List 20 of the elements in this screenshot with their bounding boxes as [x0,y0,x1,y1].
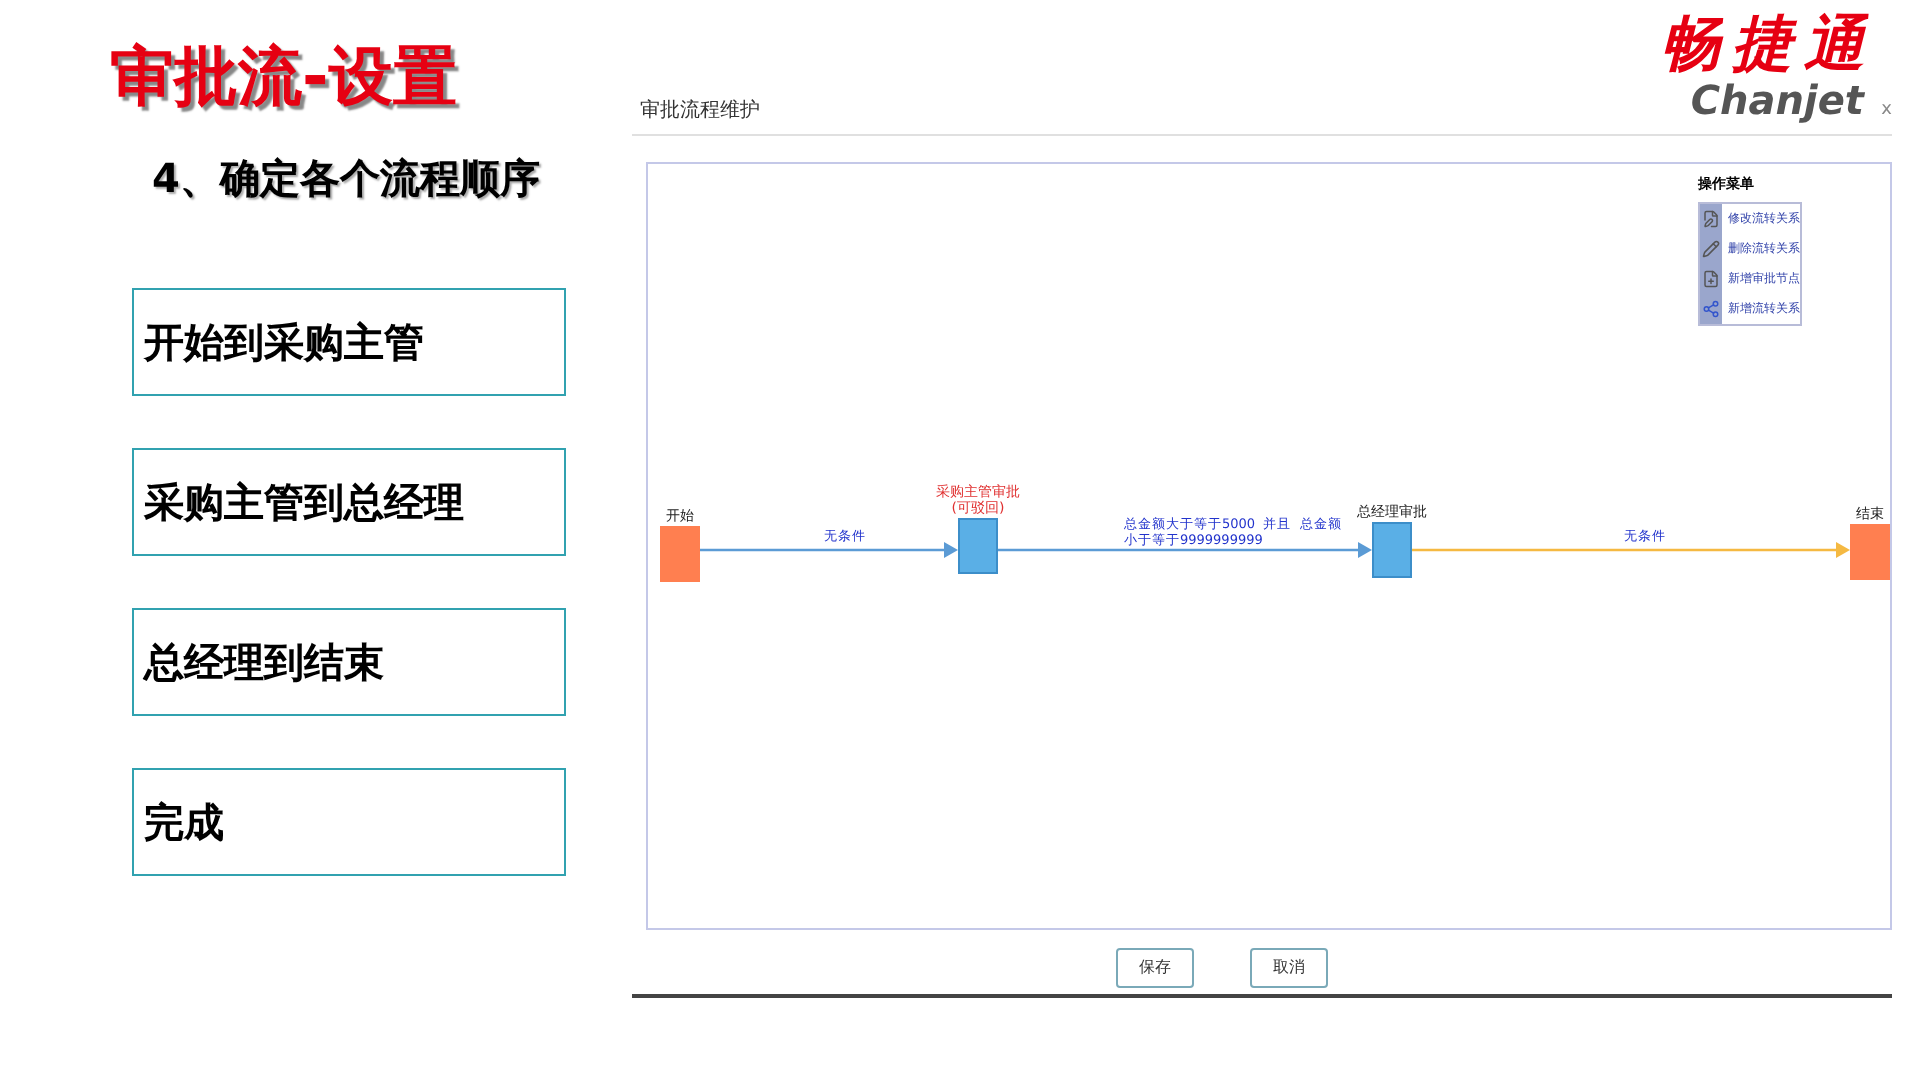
step-card: 完成 [132,768,566,876]
logo-latin: Chanjet [1690,80,1864,120]
dialog-title: 审批流程维护 [640,97,760,126]
step-heading: 4、确定各个流程顺序 [152,152,542,206]
close-button[interactable]: x [1881,102,1892,120]
slide-title: 审批流-设置 [110,44,457,108]
logo-name: 畅捷通 [1660,16,1876,76]
dialog-button[interactable]: 取消 [1250,948,1328,988]
flow-node[interactable] [1372,522,1412,578]
add-file-icon [1702,269,1720,287]
edit-icon [1702,209,1720,227]
step-card: 总经理到结束 [132,608,566,716]
link-icon [1702,299,1720,317]
pencil-icon [1702,239,1720,257]
flow-node[interactable] [660,526,700,582]
step-card: 采购主管到总经理 [132,448,566,556]
flow-node[interactable] [1850,524,1890,580]
flow-node[interactable] [958,518,998,574]
step-card: 开始到采购主管 [132,288,566,396]
dialog-button[interactable]: 保存 [1116,948,1194,988]
